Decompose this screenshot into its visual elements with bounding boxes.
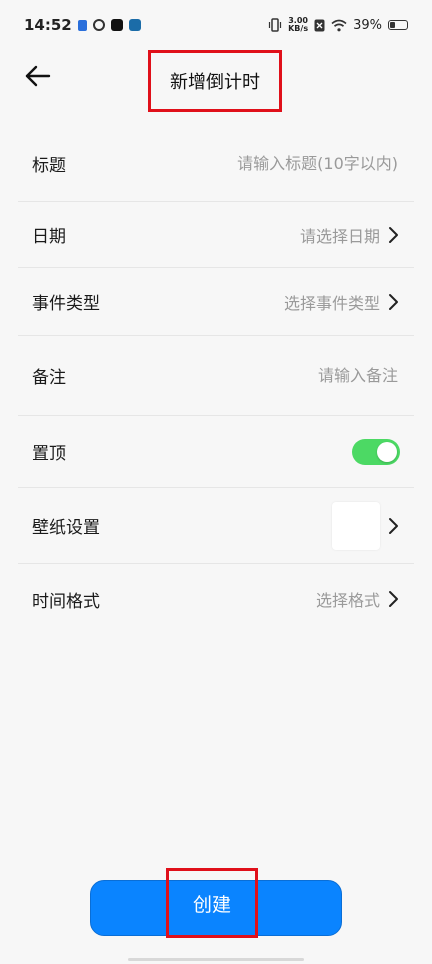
sim-off-icon	[314, 19, 325, 31]
chevron-right-icon	[389, 226, 398, 243]
home-indicator	[128, 958, 304, 961]
back-button[interactable]	[22, 60, 54, 92]
date-value: 请选择日期	[299, 226, 380, 246]
chevron-right-icon	[389, 293, 398, 310]
wallpaper-picker[interactable]	[332, 501, 400, 550]
time-format-label: 时间格式	[32, 591, 100, 612]
wifi-icon	[331, 19, 347, 31]
date-label: 日期	[32, 227, 66, 247]
note-label: 备注	[32, 368, 66, 388]
time-format-row[interactable]: 时间格式 选择格式	[18, 564, 414, 634]
notification-app-icon	[128, 19, 141, 31]
arrow-left-icon	[25, 65, 51, 87]
create-button-highlight[interactable]: 创建	[166, 868, 258, 938]
notification-app-icon	[77, 19, 87, 31]
page-title: 新增倒计时	[170, 72, 260, 93]
notification-link-icon	[92, 19, 105, 31]
pin-label: 置顶	[32, 444, 66, 464]
title-label: 标题	[32, 156, 66, 176]
time-format-picker[interactable]: 选择格式	[316, 587, 400, 611]
title-highlight: 新增倒计时	[148, 50, 282, 112]
wallpaper-thumbnail[interactable]	[332, 501, 380, 550]
event-type-picker[interactable]: 选择事件类型	[284, 290, 400, 314]
toggle-knob	[377, 441, 397, 462]
title-row: 标题	[18, 126, 414, 202]
battery-percent: 39%	[353, 17, 382, 33]
time-format-value: 选择格式	[315, 591, 380, 610]
event-type-row[interactable]: 事件类型 选择事件类型	[18, 268, 414, 336]
status-time: 14:52	[24, 16, 72, 34]
battery-icon	[388, 20, 408, 30]
battery-fill	[390, 22, 395, 28]
date-picker[interactable]: 请选择日期	[300, 223, 400, 247]
event-type-label: 事件类型	[32, 294, 100, 314]
vibrate-icon	[269, 18, 282, 32]
note-input[interactable]	[176, 365, 400, 386]
header: 新增倒计时	[0, 50, 432, 112]
status-left: 14:52	[24, 16, 141, 34]
status-bar: 14:52 3.00 KB/s 39%	[0, 0, 432, 50]
title-input[interactable]	[176, 153, 400, 174]
status-right: 3.00 KB/s 39%	[268, 17, 408, 33]
note-row: 备注	[18, 336, 414, 416]
chevron-right-icon	[389, 517, 398, 534]
wallpaper-label: 壁纸设置	[32, 518, 100, 538]
pin-toggle[interactable]	[352, 438, 400, 465]
network-speed-unit: KB/s	[288, 24, 309, 33]
network-speed: 3.00 KB/s	[288, 17, 308, 33]
wallpaper-row[interactable]: 壁纸设置	[18, 488, 414, 564]
create-button-label: 创建	[192, 893, 231, 916]
pin-row: 置顶	[18, 416, 414, 488]
date-row[interactable]: 日期 请选择日期	[18, 202, 414, 268]
tiktok-icon	[110, 19, 123, 31]
event-type-value: 选择事件类型	[283, 293, 380, 313]
countdown-form: 标题 日期 请选择日期 事件类型 选择事件类型 备注 置顶 壁纸设置 时间格式	[18, 126, 414, 634]
chevron-right-icon	[389, 591, 398, 607]
